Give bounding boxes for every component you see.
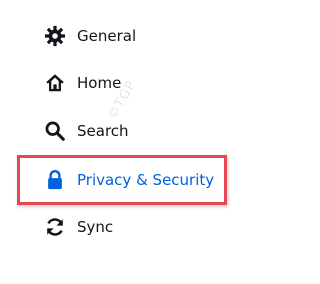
sidebar-item-privacy-security[interactable]: Privacy & Security xyxy=(44,165,214,195)
sidebar-item-search[interactable]: Search xyxy=(44,116,129,146)
sidebar-item-home[interactable]: Home xyxy=(44,68,121,98)
gear-icon xyxy=(44,25,66,47)
lock-icon xyxy=(44,169,66,191)
sidebar-item-label: Privacy & Security xyxy=(77,170,215,189)
sidebar-item-label: Home xyxy=(77,73,122,92)
search-icon xyxy=(44,120,66,142)
sidebar-item-label: Search xyxy=(77,121,129,140)
sidebar-item-label: General xyxy=(77,26,137,45)
home-icon xyxy=(44,72,66,94)
sidebar-item-label: Sync xyxy=(77,217,114,236)
sync-icon xyxy=(44,216,66,238)
sidebar-item-general[interactable]: General xyxy=(44,21,136,51)
settings-sidebar: General Home Search Privacy & Security S… xyxy=(0,0,262,284)
sidebar-item-sync[interactable]: Sync xyxy=(44,212,113,242)
